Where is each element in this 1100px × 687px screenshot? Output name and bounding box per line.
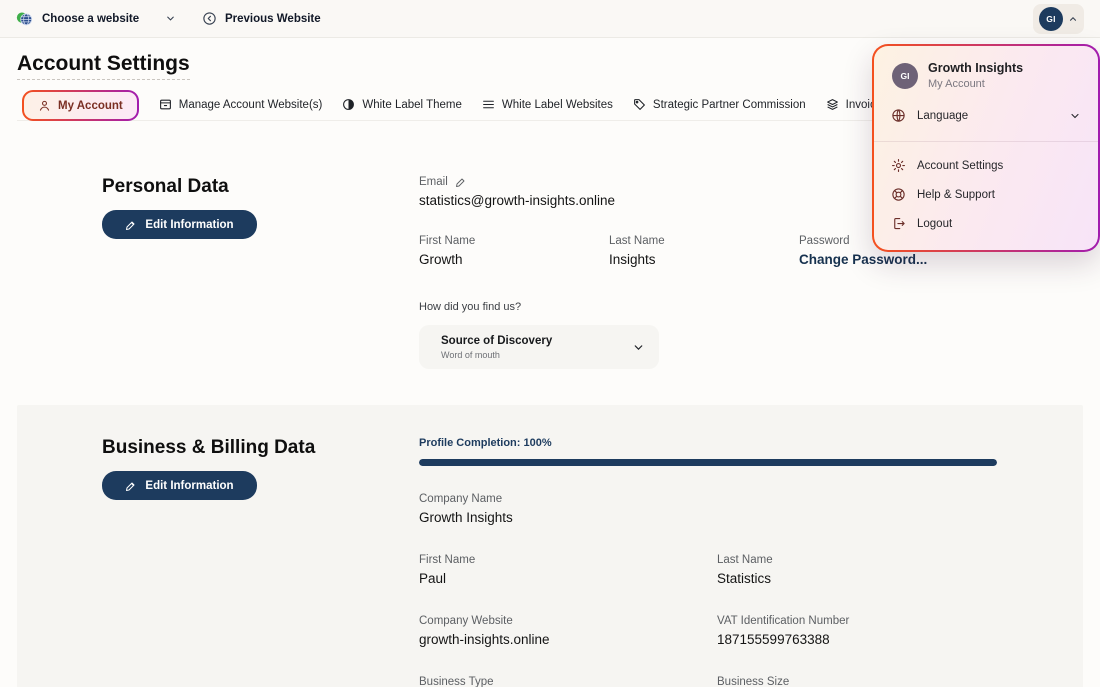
field-label: Company Website (419, 615, 717, 627)
menu-item-label: Language (917, 110, 1058, 122)
last-name-label: Last Name (609, 235, 799, 247)
field-label: First Name (419, 554, 717, 566)
profile-completion: Profile Completion: 100% (419, 437, 997, 466)
tab-label: White Label Theme (362, 99, 462, 111)
avatar: GI (892, 63, 918, 89)
tab-label: Strategic Partner Commission (653, 99, 806, 111)
help-icon (891, 187, 906, 202)
profile-progress-fill (419, 459, 997, 466)
first-name-field: First Name Growth (419, 235, 609, 267)
website-switcher-label: Choose a website (42, 13, 156, 25)
globe-icon (891, 108, 906, 123)
source-of-discovery-select[interactable]: Source of Discovery Word of mouth (419, 325, 659, 369)
menu-item-logout[interactable]: Logout (874, 209, 1098, 238)
business-billing-heading: Business & Billing Data (102, 437, 419, 459)
business-billing-section: Business & Billing Data Edit Information… (17, 405, 1083, 687)
menu-item-help-support[interactable]: Help & Support (874, 180, 1098, 209)
pencil-icon (125, 219, 137, 231)
change-password-link[interactable]: Change Password... (799, 252, 997, 267)
menu-item-language[interactable]: Language (874, 101, 1098, 130)
menu-item-label: Logout (917, 218, 1081, 230)
field-label: Business Size (717, 676, 997, 687)
chevron-down-icon (632, 341, 645, 354)
tab-label: Manage Account Website(s) (179, 99, 323, 111)
company-name-field: Company Name Growth Insights (419, 493, 997, 525)
field-value: growth-insights.online (419, 632, 717, 647)
field-value: Statistics (717, 571, 997, 586)
previous-website-label: Previous Website (225, 13, 321, 25)
email-label: Email (419, 176, 448, 188)
business-fields-grid: Company Name Growth Insights First Name … (419, 493, 997, 687)
field-label: Company Name (419, 493, 997, 505)
page-title: Account Settings (17, 52, 190, 80)
tab-white-label-websites[interactable]: White Label Websites (482, 90, 613, 120)
first-name-label: First Name (419, 235, 609, 247)
last-name-field: Last Name Insights (609, 235, 799, 267)
tab-strategic-partner-commission[interactable]: Strategic Partner Commission (633, 90, 806, 120)
topbar: Choose a website Previous Website GI (0, 0, 1100, 38)
field-value: 187155599763388 (717, 632, 997, 647)
edit-business-information-button[interactable]: Edit Information (102, 471, 257, 500)
tab-label: White Label Websites (502, 99, 613, 111)
business-size-field: Business Size 10-50 (717, 676, 997, 687)
website-switcher[interactable]: Choose a website (16, 10, 176, 27)
edit-button-label: Edit Information (145, 219, 233, 231)
find-us-label: How did you find us? (419, 301, 997, 313)
user-icon (38, 99, 51, 112)
select-value: Word of mouth (441, 350, 632, 360)
account-menu-panel: GI Growth Insights My Account Language A… (872, 44, 1100, 252)
tab-my-account[interactable]: My Account (22, 90, 139, 121)
browser-icon (159, 98, 172, 111)
vat-number-field: VAT Identification Number 18715559976338… (717, 615, 997, 647)
menu-lines-icon (482, 98, 495, 111)
account-menu-header: GI Growth Insights My Account (874, 46, 1098, 101)
profile-progress-bar (419, 459, 997, 466)
chevron-down-icon (165, 13, 176, 24)
avatar: GI (1039, 7, 1063, 31)
edit-button-label: Edit Information (145, 480, 233, 492)
arrow-left-circle-icon (202, 11, 217, 26)
chevron-up-icon (1068, 14, 1078, 24)
last-name-field: Last Name Statistics (717, 554, 997, 586)
account-menu-subtitle: My Account (928, 78, 1023, 90)
menu-item-label: Help & Support (917, 189, 1081, 201)
field-value: Growth Insights (419, 510, 997, 525)
globe-logo-icon (16, 10, 33, 27)
chevron-down-icon (1069, 110, 1081, 122)
menu-item-account-settings[interactable]: Account Settings (874, 151, 1098, 180)
account-avatar-button[interactable]: GI (1033, 4, 1084, 34)
company-website-field: Company Website growth-insights.online (419, 615, 717, 647)
last-name-value: Insights (609, 252, 799, 267)
menu-divider (874, 141, 1098, 142)
first-name-field: First Name Paul (419, 554, 717, 586)
edit-personal-information-button[interactable]: Edit Information (102, 210, 257, 239)
field-label: Business Type (419, 676, 717, 687)
gear-icon (891, 158, 906, 173)
contrast-icon (342, 98, 355, 111)
first-name-value: Growth (419, 252, 609, 267)
pencil-icon (125, 480, 137, 492)
edit-email-icon[interactable] (455, 176, 467, 188)
profile-completion-label: Profile Completion: 100% (419, 437, 997, 449)
field-value: Paul (419, 571, 717, 586)
personal-data-heading: Personal Data (102, 176, 419, 198)
business-type-field: Business Type Software/Tech (419, 676, 717, 687)
select-title: Source of Discovery (441, 335, 632, 347)
tag-icon (633, 98, 646, 111)
tab-manage-account-websites[interactable]: Manage Account Website(s) (159, 90, 323, 120)
logout-icon (891, 216, 906, 231)
account-menu-name: Growth Insights (928, 61, 1023, 75)
previous-website-button[interactable]: Previous Website (202, 11, 321, 26)
field-label: VAT Identification Number (717, 615, 997, 627)
tab-white-label-theme[interactable]: White Label Theme (342, 90, 462, 120)
layers-icon (826, 98, 839, 111)
menu-item-label: Account Settings (917, 160, 1081, 172)
tab-label: My Account (58, 100, 123, 112)
field-label: Last Name (717, 554, 997, 566)
